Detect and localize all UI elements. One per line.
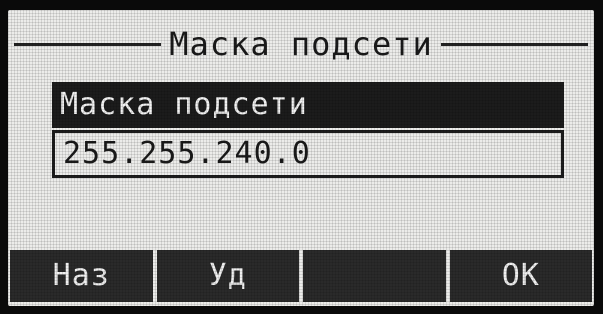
subnet-mask-label: Маска подсети xyxy=(52,82,564,128)
title-bar: Маска подсети xyxy=(14,22,589,66)
title-divider-left xyxy=(14,42,162,46)
softkey-delete[interactable]: Уд xyxy=(156,250,299,302)
screen-title: Маска подсети xyxy=(169,25,433,63)
subnet-mask-input[interactable]: 255.255.240.0 xyxy=(52,130,564,178)
softkey-empty[interactable] xyxy=(303,250,446,302)
lcd-screen: Маска подсети Маска подсети 255.255.240.… xyxy=(8,10,594,306)
softkey-back[interactable]: Наз xyxy=(10,250,153,302)
softkey-ok[interactable]: OK xyxy=(449,250,592,302)
title-divider-right xyxy=(440,42,589,46)
softkey-bar: Наз Уд OK xyxy=(10,250,592,302)
device-bezel: Маска подсети Маска подсети 255.255.240.… xyxy=(0,0,603,314)
